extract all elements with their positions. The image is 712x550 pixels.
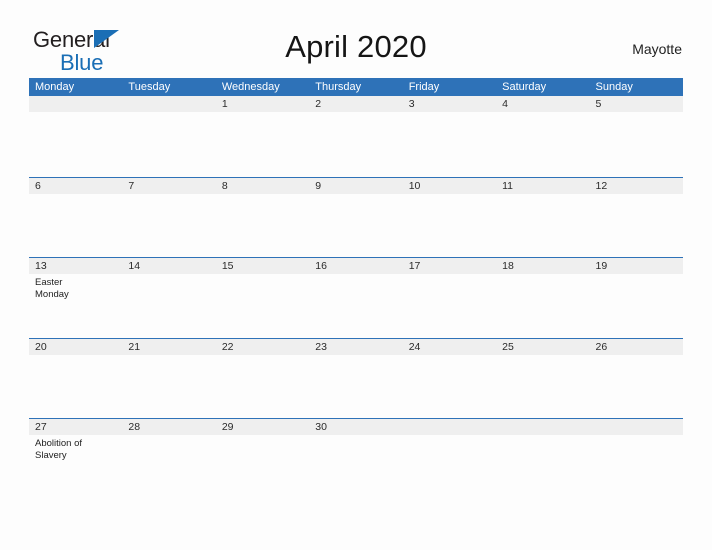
calendar-day-cell-empty: [29, 96, 123, 177]
day-events: Abolition of Slavery: [29, 435, 122, 462]
calendar-day-cell-23[interactable]: 23: [309, 338, 403, 418]
calendar-day-cell-10[interactable]: 10: [402, 177, 497, 257]
day-number: 29: [215, 419, 310, 435]
day-number: 4: [496, 96, 590, 112]
weekday-header-wednesday: Wednesday: [221, 81, 280, 93]
calendar-day-cell-20[interactable]: 20: [29, 338, 123, 418]
calendar-week-row: 12345: [29, 96, 683, 177]
calendar-weeks: 1 2 3 4 5 6 7 8 9 10 11 12 13 Easter Monday 14 15 16 17 18…: [29, 96, 683, 499]
day-number: 15: [215, 258, 310, 274]
day-number: 21: [122, 338, 216, 355]
calendar-grid: Monday Tuesday Wednesday Thursday Friday Satu…: [29, 78, 683, 499]
weekday-header-row: Monday Tuesday Wednesday Thursday Friday Satu…: [29, 78, 683, 96]
calendar-day-cell-27[interactable]: 27 Abolition of Slavery: [29, 419, 123, 499]
page-title: April 2020: [285, 29, 427, 64]
day-number: 19: [589, 258, 683, 274]
day-number: [122, 96, 216, 112]
day-number: [496, 419, 590, 435]
calendar-day-cell-1[interactable]: 1: [215, 96, 310, 177]
calendar-day-cell-11[interactable]: 11: [496, 177, 590, 257]
calendar-week-row: 27 Abolition of Slavery 28 29 30: [29, 418, 683, 499]
calendar-day-cell-empty: [402, 419, 497, 499]
weekday-header-friday: Friday: [408, 81, 440, 93]
day-number: 8: [215, 177, 310, 194]
day-number: 1: [215, 96, 310, 112]
calendar-day-cell-19[interactable]: 19: [589, 258, 683, 338]
day-number: 14: [122, 258, 216, 274]
calendar-day-cell-30[interactable]: 30: [309, 419, 403, 499]
calendar-day-cell-9[interactable]: 9: [309, 177, 403, 257]
day-number: 28: [122, 419, 216, 435]
calendar-day-cell-24[interactable]: 24: [402, 338, 497, 418]
calendar-day-cell-empty: [589, 419, 683, 499]
day-number: 30: [309, 419, 403, 435]
calendar-day-cell-7[interactable]: 7: [122, 177, 216, 257]
weekday-header-sunday: Sunday: [595, 81, 633, 93]
day-number: 27: [29, 419, 123, 435]
day-number: 25: [496, 338, 590, 355]
day-number: 5: [589, 96, 683, 112]
calendar-day-cell-15[interactable]: 15: [215, 258, 310, 338]
calendar-day-cell-12[interactable]: 12: [589, 177, 683, 257]
day-number: 23: [309, 338, 403, 355]
day-events: Easter Monday: [29, 274, 122, 301]
calendar-day-cell-22[interactable]: 22: [215, 338, 310, 418]
day-number: [29, 96, 123, 112]
day-number: 10: [402, 177, 497, 194]
day-number: [402, 419, 497, 435]
calendar-day-cell-16[interactable]: 16: [309, 258, 403, 338]
calendar-day-cell-2[interactable]: 2: [309, 96, 403, 177]
page-header: General Blue April 2020 Mayotte: [0, 0, 712, 76]
day-number: [589, 419, 683, 435]
day-number: 6: [29, 177, 123, 194]
day-number: 12: [589, 177, 683, 194]
day-number: 3: [402, 96, 497, 112]
weekday-header-monday: Monday: [35, 81, 75, 93]
calendar-week-row: 6 7 8 9 10 11 12: [29, 176, 683, 257]
calendar-day-cell-28[interactable]: 28: [122, 419, 216, 499]
holiday-label: Abolition of Slavery: [35, 438, 83, 461]
day-number: 7: [122, 177, 216, 194]
day-number: 9: [309, 177, 403, 194]
calendar-week-row: 20 21 22 23 24 25 26: [29, 337, 683, 418]
calendar-day-cell-13[interactable]: 13 Easter Monday: [29, 258, 123, 338]
weekday-header-saturday: Saturday: [502, 81, 547, 93]
day-number: 18: [496, 258, 590, 274]
calendar-day-cell-25[interactable]: 25: [496, 338, 590, 418]
day-number: 26: [589, 338, 683, 355]
calendar-day-cell-empty: [496, 419, 590, 499]
day-number: 11: [496, 177, 590, 194]
day-number: 16: [309, 258, 403, 274]
calendar-page: General Blue April 2020 Mayotte Monday Tu…: [0, 0, 712, 550]
weekday-header-tuesday: Tuesday: [128, 81, 171, 93]
calendar-day-cell-4[interactable]: 4: [496, 96, 590, 177]
calendar-week-row: 13 Easter Monday 14 15 16 17 18 19: [29, 257, 683, 338]
location-label: Mayotte: [632, 41, 682, 57]
calendar-day-cell-14[interactable]: 14: [122, 258, 216, 338]
calendar-day-cell-5[interactable]: 5: [589, 96, 683, 177]
day-number: 13: [29, 258, 123, 274]
calendar-day-cell-empty: [122, 96, 216, 177]
day-number: 17: [402, 258, 497, 274]
day-number: 2: [309, 96, 403, 112]
holiday-label: Easter Monday: [35, 277, 69, 300]
day-number: 24: [402, 338, 497, 355]
calendar-day-cell-17[interactable]: 17: [402, 258, 497, 338]
calendar-day-cell-3[interactable]: 3: [402, 96, 497, 177]
calendar-day-cell-8[interactable]: 8: [215, 177, 310, 257]
weekday-header-thursday: Thursday: [315, 81, 362, 93]
calendar-day-cell-26[interactable]: 26: [589, 338, 683, 418]
day-number: 20: [29, 338, 123, 355]
calendar-day-cell-6[interactable]: 6: [29, 177, 123, 257]
calendar-day-cell-18[interactable]: 18: [496, 258, 590, 338]
calendar-day-cell-21[interactable]: 21: [122, 338, 216, 418]
calendar-day-cell-29[interactable]: 29: [215, 419, 310, 499]
day-number: 22: [215, 338, 310, 355]
